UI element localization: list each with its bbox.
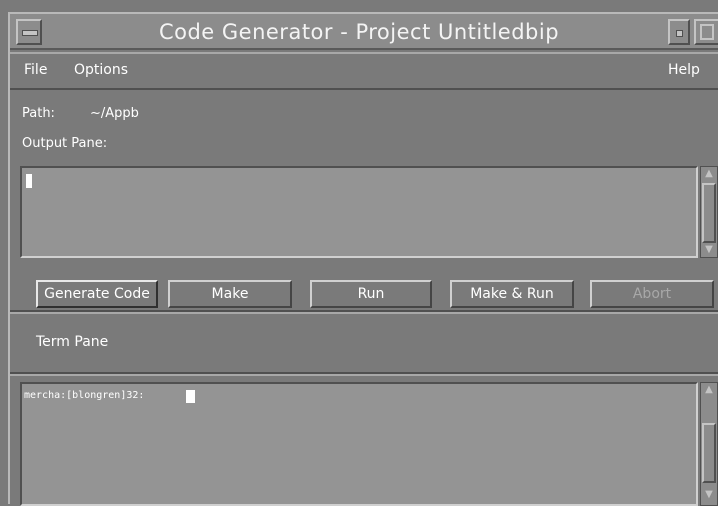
term-prompt: mercha:[blongren]32: (24, 390, 145, 401)
term-scrollbar[interactable]: ▲ ▼ (700, 382, 718, 506)
menu-options[interactable]: Options (74, 62, 128, 78)
generate-code-button[interactable]: Generate Code (36, 280, 158, 308)
window-title: Code Generator - Project Untitledbip (158, 20, 560, 44)
minimize-button[interactable] (668, 19, 690, 45)
output-pane[interactable] (20, 166, 698, 258)
term-pane-label: Term Pane (36, 334, 109, 350)
run-button[interactable]: Run (310, 280, 432, 308)
output-pane-label: Output Pane: (22, 136, 108, 151)
term-pane[interactable]: mercha:[blongren]32: (20, 382, 698, 506)
path-label: Path: (22, 106, 55, 121)
divider (10, 310, 718, 314)
output-scrollbar[interactable]: ▲ ▼ (700, 166, 718, 258)
path-value: ~/Appb (90, 106, 139, 121)
menu-help[interactable]: Help (668, 62, 700, 78)
maximize-button[interactable] (694, 19, 718, 45)
menu-file[interactable]: File (24, 62, 47, 78)
abort-button[interactable]: Abort (590, 280, 714, 308)
make-run-button[interactable]: Make & Run (450, 280, 574, 308)
window-menu-icon (22, 30, 38, 36)
scroll-up-arrow-icon[interactable]: ▲ (702, 384, 716, 396)
minimize-icon (676, 30, 683, 37)
scroll-down-arrow-icon[interactable]: ▼ (702, 244, 716, 256)
title-bar[interactable]: Code Generator - Project Untitledbip (10, 14, 718, 50)
scroll-up-arrow-icon[interactable]: ▲ (702, 168, 716, 180)
divider (10, 372, 718, 376)
make-button[interactable]: Make (168, 280, 292, 308)
text-cursor (186, 390, 195, 403)
scroll-thumb[interactable] (702, 183, 716, 243)
window-menu-button[interactable] (16, 19, 42, 45)
code-generator-window: Code Generator - Project Untitledbip Fil… (8, 12, 718, 506)
scroll-thumb[interactable] (702, 423, 716, 483)
menu-bar: File Options Help (10, 52, 718, 90)
maximize-icon (700, 24, 714, 40)
text-cursor (26, 174, 32, 188)
scroll-down-arrow-icon[interactable]: ▼ (702, 489, 716, 501)
